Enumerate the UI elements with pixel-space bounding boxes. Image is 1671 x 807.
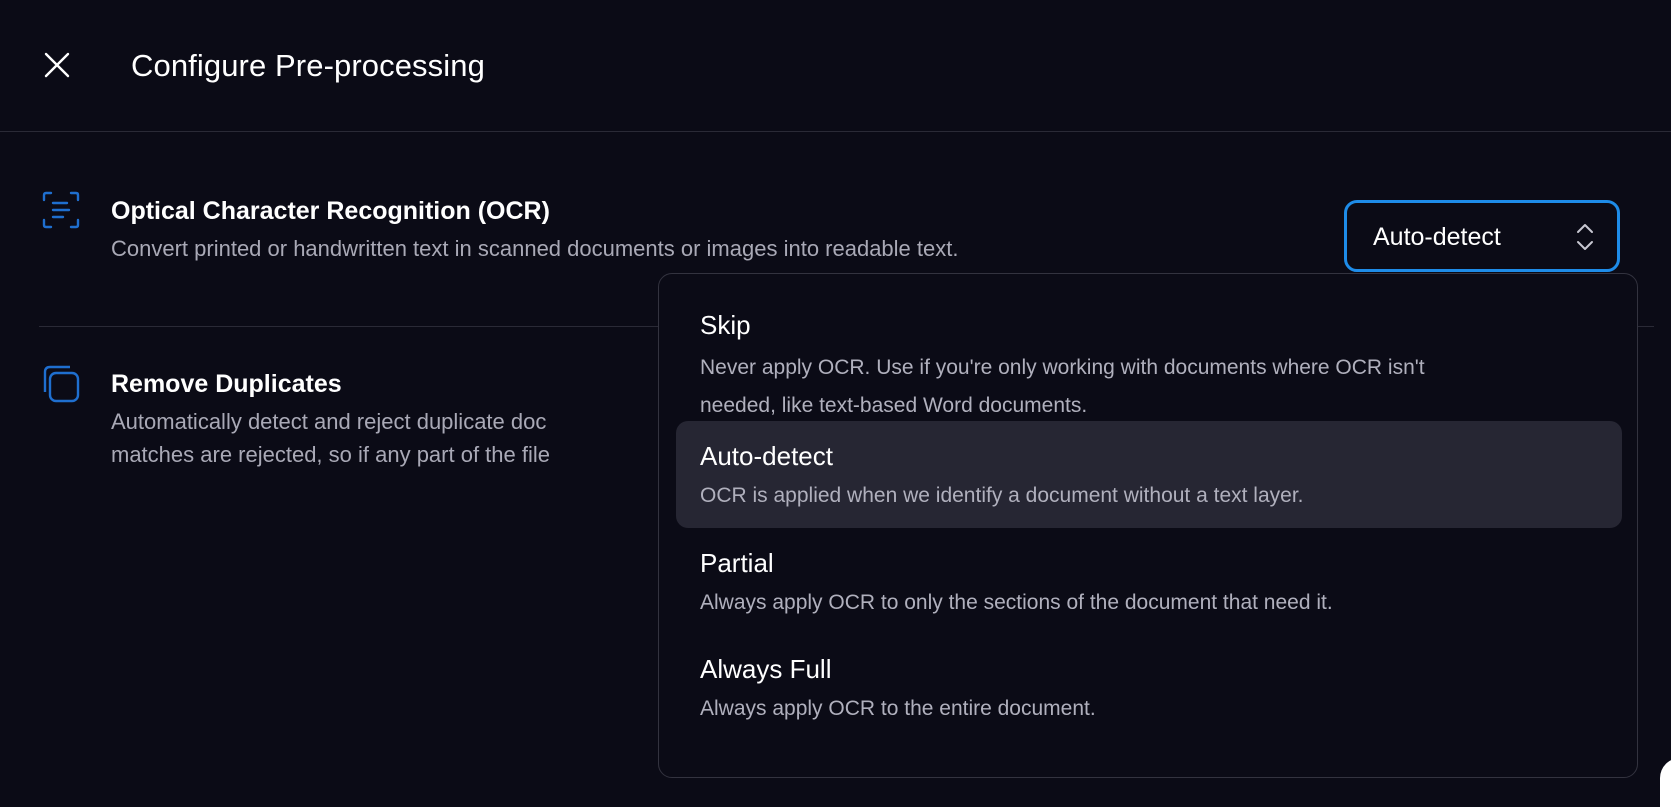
option-partial[interactable]: Partial Always apply OCR to only the sec… [676, 532, 1622, 632]
document-text-scan-icon [42, 191, 80, 229]
option-label: Partial [700, 548, 774, 578]
option-description: OCR is applied when we identify a docume… [700, 484, 1304, 507]
ocr-description: Convert printed or handwritten text in s… [111, 236, 959, 261]
configure-preprocessing-page: Configure Pre-processing Optical Charact… [0, 0, 1671, 807]
header: Configure Pre-processing [0, 0, 1671, 132]
option-label: Auto-detect [700, 441, 833, 471]
ocr-mode-dropdown: Skip Never apply OCR. Use if you're only… [658, 273, 1638, 778]
chevron-up-down-icon [1577, 224, 1593, 250]
duplicates-title: Remove Duplicates [111, 370, 342, 398]
option-description: Never apply OCR. Use if you're only work… [700, 356, 1425, 379]
duplicates-description-line2: matches are rejected, so if any part of … [111, 442, 551, 467]
option-label: Always Full [700, 654, 832, 684]
duplicates-description-line1: Automatically detect and reject duplicat… [111, 409, 547, 434]
page-title: Configure Pre-processing [131, 48, 485, 83]
ocr-mode-select[interactable]: Auto-detect [1344, 200, 1620, 272]
option-always-full[interactable]: Always Full Always apply OCR to the enti… [676, 638, 1622, 738]
option-skip[interactable]: Skip Never apply OCR. Use if you're only… [676, 294, 1622, 417]
corner-decoration [1660, 758, 1671, 807]
close-icon [44, 52, 70, 78]
close-button[interactable] [38, 46, 76, 84]
option-auto-detect[interactable]: Auto-detect OCR is applied when we ident… [676, 421, 1622, 528]
option-description: Always apply OCR to only the sections of… [700, 591, 1333, 614]
option-label: Skip [700, 310, 751, 340]
ocr-title: Optical Character Recognition (OCR) [111, 197, 550, 225]
option-description: needed, like text-based Word documents. [700, 394, 1088, 417]
select-value: Auto-detect [1373, 223, 1501, 251]
copy-icon [43, 365, 80, 403]
option-description: Always apply OCR to the entire document. [700, 697, 1096, 720]
